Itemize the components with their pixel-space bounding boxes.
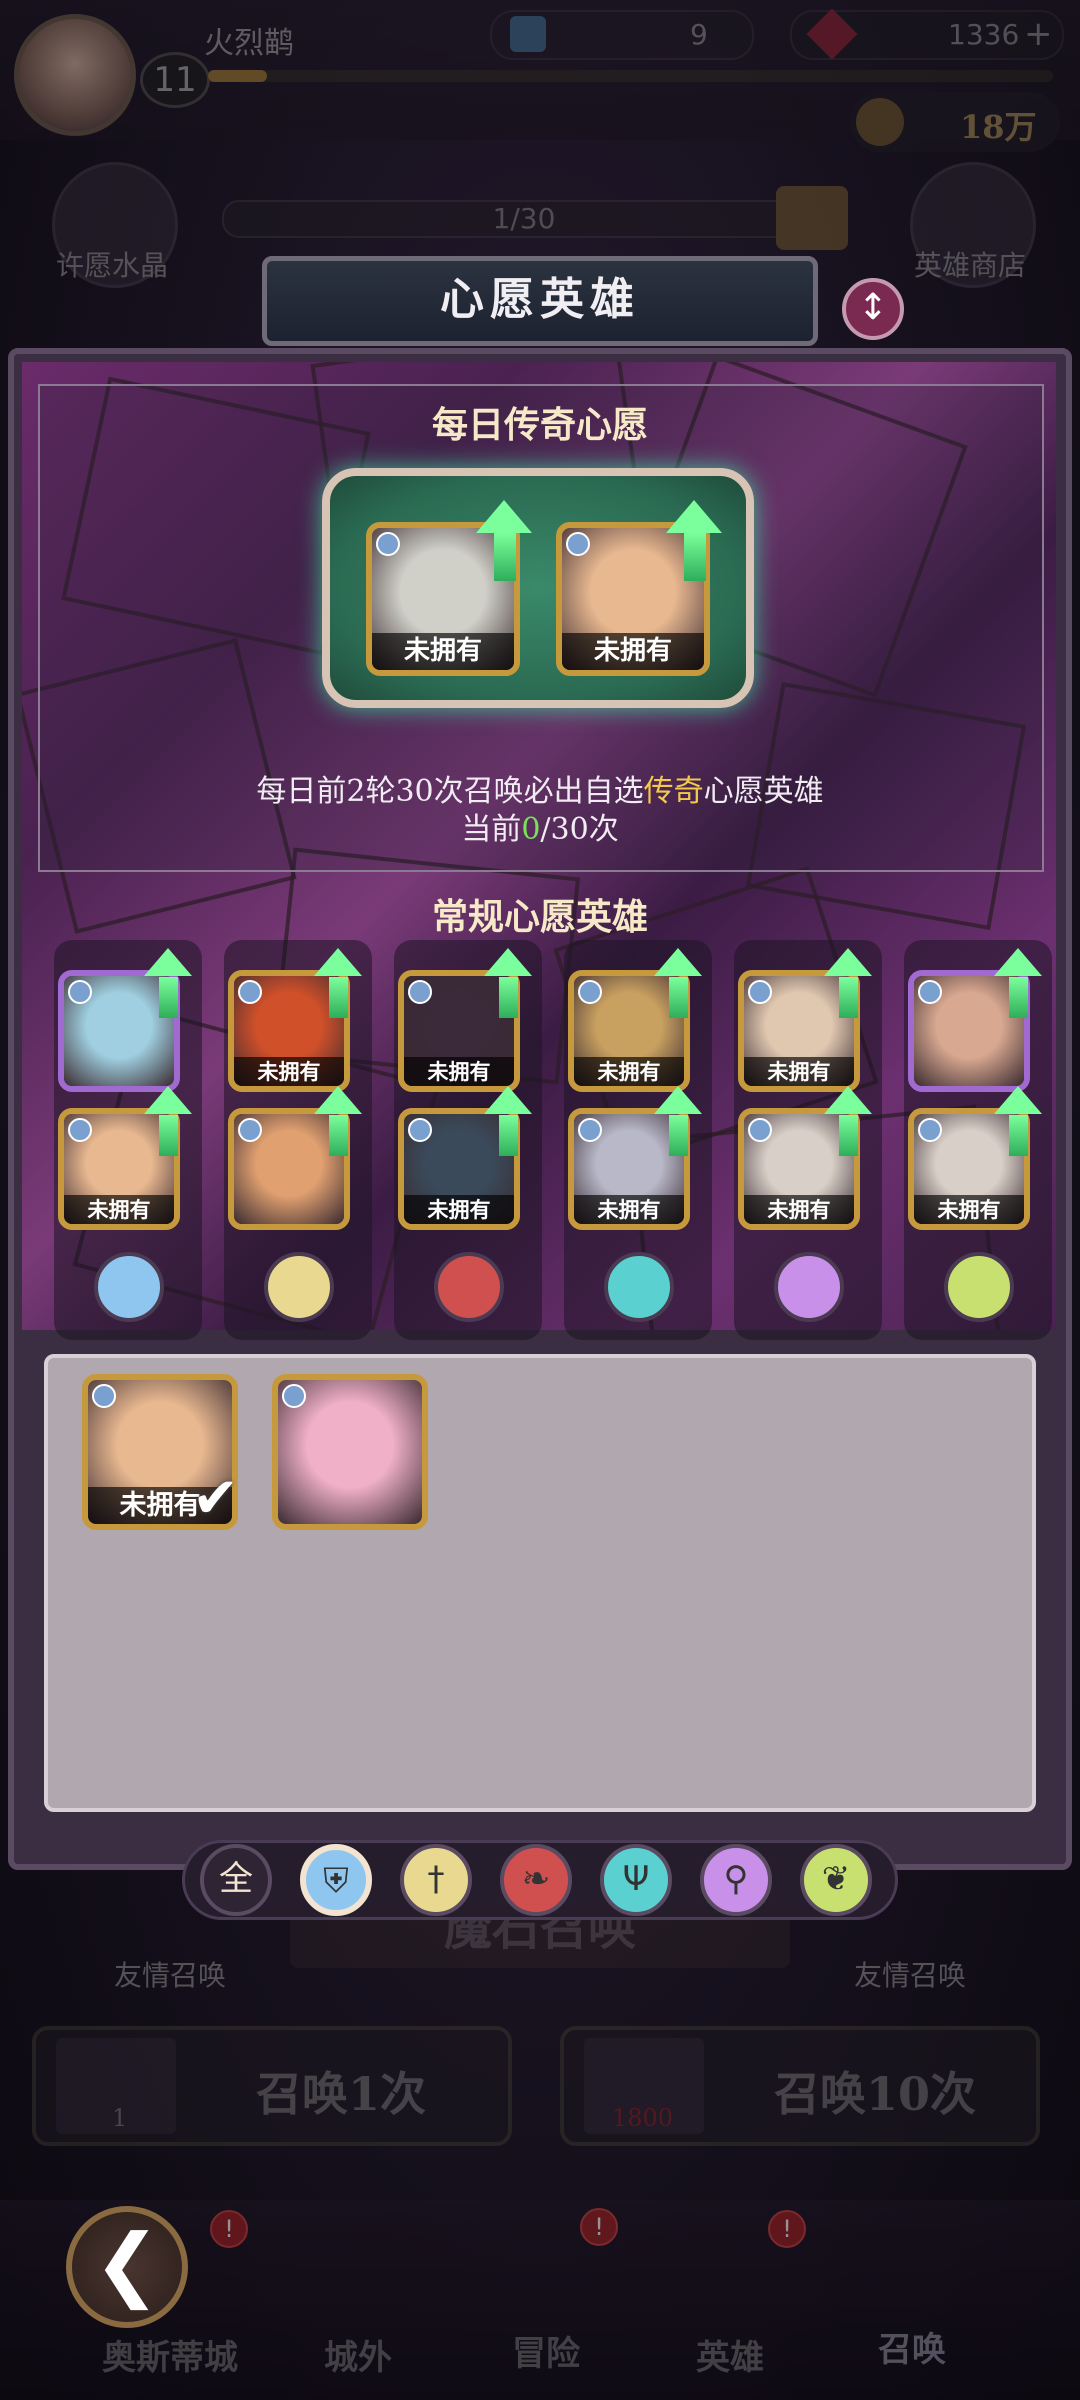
- element-icon: [282, 1384, 306, 1408]
- summon-ten-label: 召唤10次: [774, 2067, 977, 2121]
- wish-crystal-label: 许愿水晶: [55, 249, 168, 282]
- treasure-chest-icon[interactable]: [776, 186, 848, 250]
- nav-item-city[interactable]: 奥斯蒂城: [70, 2330, 270, 2379]
- nav-item-summon[interactable]: 召唤: [812, 2322, 1012, 2371]
- summon-once-cost: 1: [112, 2104, 128, 2132]
- legend-section-title: 每日传奇心愿: [431, 404, 648, 446]
- xp-bar: [208, 70, 1053, 82]
- element-icon: [918, 1118, 942, 1142]
- progress-value: 0: [521, 812, 541, 847]
- player-name: 火烈鹋: [204, 26, 294, 61]
- back-arrow-icon[interactable]: ❮: [66, 2206, 188, 2328]
- filter-sword-icon[interactable]: †: [400, 1844, 472, 1916]
- sword-class-icon: [264, 1252, 334, 1322]
- not-owned-tag: 未拥有: [574, 1057, 684, 1086]
- element-icon: [748, 1118, 772, 1142]
- element-icon: [566, 532, 590, 556]
- panel-title: 心愿英雄: [262, 256, 818, 346]
- not-owned-tag: 未拥有: [562, 633, 704, 670]
- gem-count: 1336: [948, 18, 1020, 51]
- filter-shield-icon[interactable]: ⛨: [300, 1844, 372, 1916]
- nav-item-adventure[interactable]: 冒险: [446, 2326, 646, 2375]
- not-owned-tag: 未拥有: [914, 1195, 1024, 1224]
- element-icon: [238, 980, 262, 1004]
- filter-staff-icon[interactable]: ⚲: [700, 1844, 772, 1916]
- hero-shop-label: 英雄商店: [913, 249, 1026, 282]
- not-owned-tag: 未拥有: [234, 1057, 344, 1086]
- nav-adventure-badge: !: [580, 2208, 618, 2246]
- nav-city-badge: !: [210, 2210, 248, 2248]
- filter-blade-icon[interactable]: ❧: [500, 1844, 572, 1916]
- blade-class-icon: [434, 1252, 504, 1322]
- not-owned-tag: 未拥有: [404, 1057, 514, 1086]
- progress-suffix: /30次: [540, 812, 619, 847]
- gem-resource[interactable]: 1336 +: [790, 8, 1064, 60]
- regular-section-title: 常规心愿英雄: [431, 896, 648, 938]
- friend-summon-right[interactable]: 友情召唤: [810, 1954, 1010, 1994]
- not-owned-tag: 未拥有: [744, 1057, 854, 1086]
- swap-icon[interactable]: ↕: [842, 278, 904, 340]
- gold-icon: [856, 98, 904, 146]
- pool-hero-card[interactable]: [272, 1374, 428, 1530]
- nav-item-heroes[interactable]: 英雄: [630, 2330, 830, 2379]
- not-owned-tag: 未拥有: [744, 1195, 854, 1224]
- element-icon: [578, 980, 602, 1004]
- summon-ten-cost: 1800: [612, 2104, 674, 2132]
- nav-heroes-badge: !: [768, 2210, 806, 2248]
- check-icon: ✔: [192, 1466, 239, 1531]
- not-owned-tag: 未拥有: [574, 1195, 684, 1224]
- progress-prefix: 当前: [461, 812, 522, 847]
- friend-summon-left[interactable]: 友情召唤: [70, 1954, 270, 1994]
- element-icon: [238, 1118, 262, 1142]
- gold-amount: 18万: [960, 108, 1037, 146]
- element-icon: [408, 980, 432, 1004]
- legend-progress: 当前0/30次: [40, 804, 1040, 848]
- not-owned-tag: 未拥有: [64, 1195, 174, 1224]
- element-icon: [68, 980, 92, 1004]
- scroll-icon: [510, 16, 546, 52]
- summon-once-button[interactable]: 1 召唤1次: [32, 2026, 512, 2146]
- shield-class-icon: [94, 1252, 164, 1322]
- element-icon: [376, 532, 400, 556]
- element-icon: [918, 980, 942, 1004]
- gold-resource: 18万: [850, 92, 1060, 152]
- element-icon: [68, 1118, 92, 1142]
- summon-once-label: 召唤1次: [256, 2067, 427, 2121]
- trident-class-icon: [604, 1252, 674, 1322]
- filter-trident-icon[interactable]: Ψ: [600, 1844, 672, 1916]
- gem-add-button[interactable]: +: [1024, 14, 1053, 54]
- not-owned-tag: 未拥有: [372, 633, 514, 670]
- element-icon: [748, 980, 772, 1004]
- player-avatar[interactable]: [14, 14, 136, 136]
- scroll-resource[interactable]: 9: [490, 10, 754, 60]
- xp-bar-fill: [208, 70, 268, 82]
- nav-item-outskirts[interactable]: 城外: [258, 2330, 458, 2379]
- wish-progress-bar: 1/30: [222, 200, 826, 238]
- player-level: 11: [140, 52, 210, 108]
- element-icon: [92, 1384, 116, 1408]
- not-owned-tag: 未拥有: [404, 1195, 514, 1224]
- leaf-class-icon: [944, 1252, 1014, 1322]
- gem-icon: [806, 8, 858, 60]
- staff-class-icon: [774, 1252, 844, 1322]
- filter-leaf-icon[interactable]: ❦: [800, 1844, 872, 1916]
- element-icon: [408, 1118, 432, 1142]
- scroll-count: 9: [690, 18, 708, 51]
- filter-all-button[interactable]: 全: [200, 1844, 272, 1916]
- summon-ten-button[interactable]: 1800 召唤10次: [560, 2026, 1040, 2146]
- element-icon: [578, 1118, 602, 1142]
